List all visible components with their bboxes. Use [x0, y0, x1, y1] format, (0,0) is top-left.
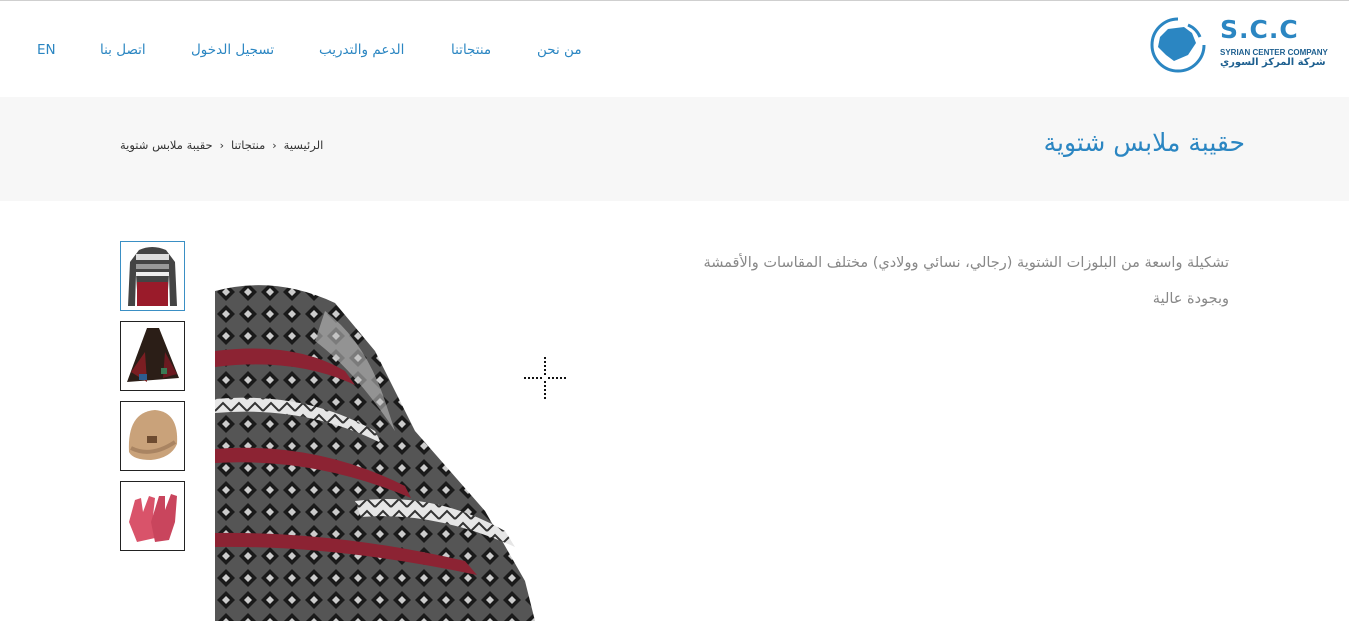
breadcrumb-products[interactable]: منتجاتنا	[231, 138, 265, 152]
logo-abbreviation: S.C.C	[1220, 15, 1299, 44]
nav-about[interactable]: من نحن	[537, 42, 582, 58]
product-main-image[interactable]	[215, 281, 535, 621]
nav-language-en[interactable]: EN	[37, 42, 56, 58]
beanie-hat-icon	[128, 410, 178, 460]
thumbnail-poncho[interactable]	[120, 321, 185, 391]
nav-support-training[interactable]: الدعم والتدريب	[319, 42, 404, 58]
breadcrumb: الرئيسية ‹ منتجاتنا ‹ حقيبة ملابس شتوية	[120, 138, 323, 152]
crosshair-cursor-icon	[524, 357, 566, 399]
logo-name-arabic: شركة المركز السوري	[1220, 57, 1326, 68]
gloves-icon	[129, 494, 177, 542]
poncho-icon	[127, 328, 179, 382]
logo-name-english: SYRIAN CENTER COMPANY	[1220, 48, 1328, 57]
thumbnail-sweater[interactable]	[120, 241, 185, 311]
site-header: S.C.C SYRIAN CENTER COMPANY شركة المركز …	[0, 1, 1349, 97]
sweater-icon	[128, 247, 177, 306]
nav-contact[interactable]: اتصل بنا	[100, 42, 146, 58]
breadcrumb-home[interactable]: الرئيسية	[284, 138, 324, 152]
sweater-closeup-image	[215, 285, 535, 621]
nav-login[interactable]: تسجيل الدخول	[191, 42, 274, 58]
product-description: تشكيلة واسعة من البلوزات الشتوية (رجالي،…	[703, 255, 1229, 307]
thumbnail-gloves[interactable]	[120, 481, 185, 551]
company-logo[interactable]: S.C.C SYRIAN CENTER COMPANY شركة المركز …	[1138, 15, 1328, 75]
breadcrumb-chevron-icon: ‹	[219, 138, 225, 152]
page-title-band: حقيبة ملابس شتوية الرئيسية ‹ منتجاتنا ‹ …	[0, 97, 1349, 201]
logo-map-icon	[1150, 17, 1206, 73]
thumbnail-beanie[interactable]	[120, 401, 185, 471]
breadcrumb-current: حقيبة ملابس شتوية	[120, 138, 213, 152]
page-title: حقيبة ملابس شتوية	[1043, 128, 1245, 157]
nav-products[interactable]: منتجاتنا	[451, 42, 491, 58]
breadcrumb-chevron-icon: ‹	[272, 138, 277, 152]
